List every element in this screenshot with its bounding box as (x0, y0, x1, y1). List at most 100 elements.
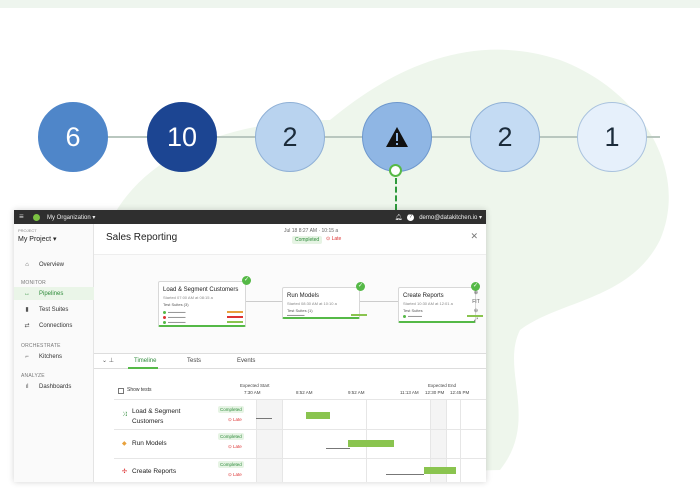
home-icon: ⌂ (25, 261, 29, 268)
timeline-gridline (460, 399, 461, 482)
pipeline-icon: ↔ (24, 290, 30, 297)
menu-icon[interactable]: ≡ (19, 213, 27, 221)
row-name: Customers (132, 418, 164, 425)
sidebar-section-analyze: ANALYZE (21, 373, 45, 379)
row-name: Run Models (132, 440, 167, 447)
row-divider (114, 429, 486, 430)
expand-icon[interactable]: ⤢ (470, 316, 482, 325)
late-label: Late (331, 236, 342, 242)
row-divider (114, 399, 486, 400)
top-bar: ≡ My Organization ▾ 🔔︎ ? demo@datakitche… (14, 210, 486, 224)
sidebar-item-test-suites[interactable]: ▮ Test Suites (14, 303, 94, 316)
tick-label: 9:52 AM (348, 390, 365, 395)
sidebar-section-orchestrate: ORCHESTRATE (21, 343, 61, 349)
row-name: Load & Segment (132, 408, 181, 415)
node-title: Load & Segment Customers (163, 287, 239, 293)
status-badge: Completed (292, 236, 323, 244)
user-email: demo@datakitchen.io (419, 214, 478, 221)
step-circle-5: 2 (470, 102, 540, 172)
wait-line (386, 474, 424, 475)
wait-line (256, 418, 272, 419)
project-selector[interactable]: My Project ▾ (18, 235, 57, 243)
page-title: Sales Reporting (106, 232, 178, 243)
sidebar-item-pipelines[interactable]: ↔ Pipelines (14, 287, 94, 300)
node-title: Run Models (287, 293, 320, 299)
tab-timeline[interactable]: Timeline (134, 358, 156, 364)
step-count: 6 (65, 121, 81, 152)
tab-underline (128, 367, 158, 369)
sidebar-item-overview[interactable]: ⌂ Overview (14, 258, 94, 271)
main-panel: Sales Reporting Jul 18 8:27 AM · 10:15 a… (94, 224, 486, 482)
timeline-bar[interactable] (306, 412, 330, 419)
sidebar-item-connections[interactable]: ⇄ Connections (14, 319, 94, 332)
dashed-connector (395, 178, 397, 210)
connector-dot (389, 164, 402, 177)
pipeline-graph: Load & Segment Customers Started 07:00 A… (94, 254, 486, 354)
step-count: 1 (604, 121, 620, 152)
tick-label: 8:52 AM (296, 390, 313, 395)
graph-edge (244, 301, 284, 302)
row-divider (114, 458, 486, 459)
zoom-controls: ⊕ FIT ⊖ ⤢ (470, 289, 482, 325)
sidebar-item-dashboards[interactable]: ıl Dashboards (14, 380, 94, 393)
node-subtitle: Started 07:00 AM at 08:15 a (163, 295, 213, 300)
dashboard-icon: ıl (25, 383, 29, 390)
node-title: Create Reports (403, 293, 444, 299)
app-window: ≡ My Organization ▾ 🔔︎ ? demo@datakitche… (14, 210, 486, 482)
late-badge: ⊙ Late (228, 417, 242, 422)
sidebar-item-label: Kitchens (39, 353, 63, 360)
run-meta: Jul 18 8:27 AM · 10:15 a (284, 228, 339, 234)
sidebar-item-label: Connections (39, 322, 73, 329)
status-badge: Completed (218, 461, 244, 468)
pipeline-step-icon: ✣ (122, 469, 128, 475)
bell-icon[interactable]: 🔔︎ (395, 214, 403, 221)
test-row: ▬▬▬▬▬ (163, 320, 243, 324)
zoom-out-icon[interactable]: ⊖ (470, 307, 482, 316)
tick-label: 12:45 PM (450, 390, 470, 395)
sidebar: PROJECT My Project ▾ ⌂ Overview MONITOR … (14, 224, 94, 482)
node-test-suites: Test Suites (3) (163, 302, 189, 307)
pipeline-node[interactable]: Load & Segment Customers Started 07:00 A… (158, 281, 246, 327)
test-row: ▬▬▬▬▬ (163, 315, 243, 319)
tick-label: 7:30 AM (244, 390, 261, 395)
timeline: Show tests Expected Start Expected End 7… (94, 370, 486, 482)
pipeline-node[interactable]: Create Reports Started 10:30 AM at 12:01… (398, 287, 483, 323)
row-name: Create Reports (132, 468, 177, 475)
org-selector[interactable]: My Organization ▾ (47, 214, 95, 221)
timeline-bar[interactable] (424, 467, 456, 474)
project-name: My Project (18, 236, 52, 243)
collapse-icon[interactable]: ⌄ ⊥ (102, 357, 114, 364)
close-icon[interactable]: ✕ (470, 231, 478, 242)
step-count: 10 (166, 121, 198, 152)
step-circle-warning (362, 102, 432, 172)
late-badge: ⊙ Late (326, 236, 342, 242)
late-label: Late (233, 472, 242, 477)
test-row: ▬▬▬▬▬ (287, 313, 367, 317)
late-badge: ⊙ Late (228, 472, 242, 477)
late-label: Late (233, 444, 242, 449)
help-icon[interactable]: ? (407, 213, 415, 221)
timeline-gridline (256, 399, 257, 482)
connections-icon: ⇄ (24, 323, 30, 329)
sidebar-item-kitchens[interactable]: ⌐ Kitchens (14, 350, 94, 363)
step-circle-3: 2 (255, 102, 325, 172)
timeline-shade (256, 399, 282, 482)
timeline-gridline (282, 399, 283, 482)
wait-line (326, 448, 350, 449)
pipeline-node[interactable]: Run Models Started 08:30 AM at 10:10 a T… (282, 287, 367, 319)
sidebar-section-monitor: MONITOR (21, 280, 46, 286)
expected-end-label: Expected End (428, 383, 457, 388)
check-icon: ✓ (356, 282, 365, 291)
top-bar-right: 🔔︎ ? demo@datakitchen.io ▾ (395, 210, 482, 224)
tab-tests[interactable]: Tests (187, 358, 201, 364)
tab-events[interactable]: Events (237, 358, 255, 364)
show-tests-checkbox[interactable] (118, 388, 124, 394)
test-suite-icon: ▮ (25, 307, 29, 313)
late-label: Late (233, 417, 242, 422)
user-menu[interactable]: demo@datakitchen.io ▾ (419, 214, 482, 221)
timeline-bar[interactable] (348, 440, 394, 447)
late-badge: ⊙ Late (228, 444, 242, 449)
zoom-in-icon[interactable]: ⊕ (470, 289, 482, 298)
fit-button[interactable]: FIT (470, 298, 482, 307)
step-circle-2: 10 (147, 102, 217, 172)
